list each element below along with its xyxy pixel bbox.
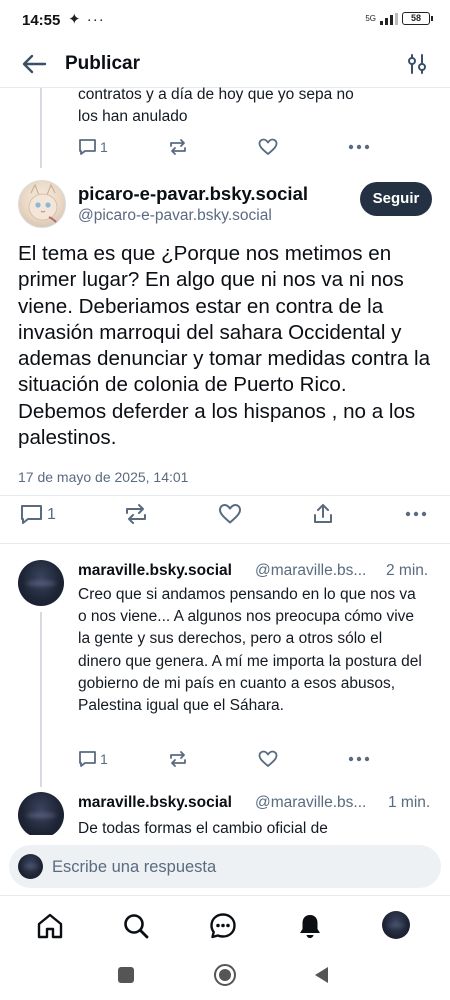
- reply-author-name[interactable]: maraville.bsky.social: [78, 794, 232, 812]
- status-extra-icons: ✦ ···: [68, 11, 105, 28]
- ellipsis-icon[interactable]: [348, 756, 370, 762]
- post-date: 17 de mayo de 2025, 14:01: [18, 469, 189, 485]
- author-name[interactable]: picaro-e-pavar.bsky.social: [78, 183, 308, 205]
- recents-icon[interactable]: [117, 966, 135, 984]
- reply-text: Creo que si andamos pensando en lo que n…: [78, 586, 422, 715]
- reply-placeholder[interactable]: Escribe una respuesta: [52, 858, 216, 877]
- battery-icon: 58: [402, 12, 433, 25]
- signal-icon: [380, 12, 398, 25]
- heart-icon[interactable]: [258, 138, 278, 156]
- reply-author-name[interactable]: maraville.bsky.social: [78, 562, 232, 580]
- chat-icon[interactable]: [209, 912, 237, 940]
- reply-count: 1: [100, 751, 108, 767]
- back-triangle-icon[interactable]: [313, 966, 331, 984]
- reply-text: De todas formas el cambio oficial de: [78, 820, 328, 835]
- avatar[interactable]: [18, 180, 66, 228]
- avatar[interactable]: [18, 560, 64, 606]
- reply-button[interactable]: 1: [78, 750, 108, 768]
- search-icon[interactable]: [122, 912, 150, 940]
- divider: [0, 543, 450, 544]
- avatar: [18, 854, 43, 879]
- reply-time: 1 min.: [388, 794, 431, 811]
- ellipsis-icon[interactable]: [348, 144, 370, 150]
- follow-button[interactable]: Seguir: [360, 182, 432, 216]
- sliders-icon[interactable]: [406, 52, 428, 76]
- prev-post-line-1: contratos y a día de hoy que yo sepa no: [78, 86, 354, 103]
- status-bar: 14:55 ✦ ··· 5G 58: [0, 0, 450, 40]
- repost-icon[interactable]: [168, 138, 188, 156]
- thread-line: [40, 612, 42, 787]
- page-title: Publicar: [65, 53, 140, 74]
- reply-button[interactable]: 1: [78, 138, 108, 156]
- prev-post-line-2: los han anulado: [78, 108, 188, 125]
- battery-level: 58: [410, 13, 421, 23]
- post-text: El tema es que ¿Porque nos metimos en pr…: [18, 242, 431, 450]
- status-right: 5G 58: [365, 12, 433, 25]
- reply-author-handle[interactable]: @maraville.bs...: [255, 562, 366, 580]
- speech-bubble-icon: [79, 139, 96, 155]
- avatar[interactable]: [18, 792, 64, 838]
- repost-icon[interactable]: [124, 503, 148, 525]
- heart-icon[interactable]: [218, 503, 242, 525]
- reply-author-handle[interactable]: @maraville.bs...: [255, 794, 366, 812]
- reply-count: 1: [100, 139, 108, 155]
- reply-button[interactable]: 1: [20, 504, 56, 525]
- bell-icon[interactable]: [296, 912, 324, 940]
- author-handle[interactable]: @picaro-e-pavar.bsky.social: [78, 207, 272, 225]
- ellipsis-icon[interactable]: [405, 511, 427, 517]
- header: Publicar: [0, 40, 450, 88]
- repost-icon[interactable]: [168, 750, 188, 768]
- speech-bubble-icon: [21, 505, 42, 524]
- reply-count: 1: [47, 505, 56, 523]
- home-circle-icon[interactable]: [213, 963, 237, 987]
- reply-time: 2 min.: [386, 562, 429, 579]
- status-time: 14:55: [22, 12, 61, 29]
- arrow-left-icon[interactable]: [20, 52, 48, 76]
- thread-line: [40, 88, 42, 168]
- heart-icon[interactable]: [258, 750, 278, 768]
- share-icon[interactable]: [312, 502, 334, 525]
- avatar[interactable]: [382, 911, 410, 939]
- speech-bubble-icon: [79, 751, 96, 767]
- cat-avatar-image: [28, 183, 60, 227]
- divider: [0, 495, 450, 496]
- network-label: 5G: [365, 14, 376, 23]
- home-icon[interactable]: [36, 912, 64, 940]
